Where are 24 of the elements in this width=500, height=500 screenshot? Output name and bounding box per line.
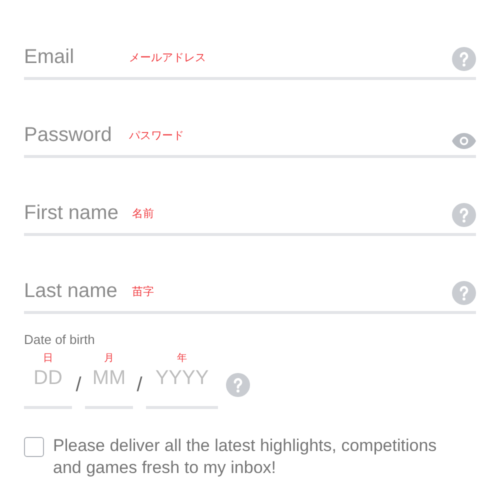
input-field[interactable]: Last name — [24, 280, 132, 303]
input-field[interactable]: First name — [24, 202, 132, 225]
help-icon[interactable] — [226, 373, 250, 397]
help-icon[interactable] — [452, 281, 476, 305]
checkbox[interactable] — [24, 437, 44, 457]
date-of-birth-label: Date of birth — [24, 332, 96, 347]
date-input-field[interactable]: MM — [85, 365, 133, 406]
field-note: 苗字 — [132, 284, 154, 299]
field-note: 年 — [177, 352, 187, 365]
date-input-field[interactable]: YYYY — [146, 365, 218, 406]
field-note: 名前 — [132, 207, 154, 221]
date-separator: / — [136, 374, 144, 396]
help-icon[interactable] — [452, 47, 476, 71]
field-note: 月 — [104, 352, 114, 365]
date-separator: / — [74, 374, 82, 396]
eye-icon[interactable] — [452, 133, 476, 149]
field-note: 日 — [43, 352, 53, 365]
newsletter-label: Please deliver all the latest highlights, competitions and games fresh to my inbox! — [53, 435, 438, 479]
input-field[interactable]: Email — [24, 46, 129, 69]
date-input-field[interactable]: DD — [24, 365, 72, 406]
input-field[interactable]: Password — [24, 124, 129, 147]
field-note: メールアドレス — [129, 51, 206, 65]
help-icon[interactable] — [452, 203, 476, 227]
field-note: パスワード — [129, 129, 184, 143]
